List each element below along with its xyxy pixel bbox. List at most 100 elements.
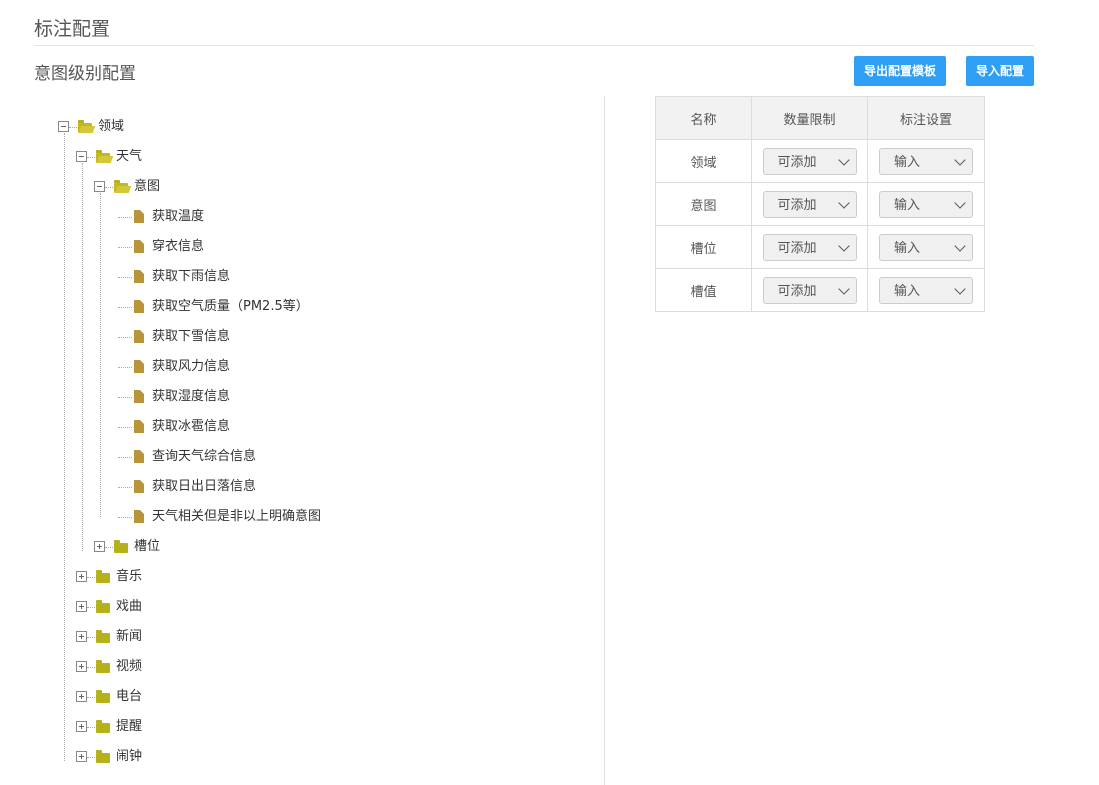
- column-header-setting: 标注设置: [867, 96, 985, 140]
- tree-node-slot[interactable]: 槽位: [94, 537, 294, 557]
- export-template-button[interactable]: 导出配置模板: [854, 56, 946, 86]
- tree-node-domain[interactable]: 电台: [76, 687, 276, 707]
- tree-node-root[interactable]: 领域: [58, 117, 258, 137]
- tree-node-label: 穿衣信息: [152, 239, 205, 254]
- tree-node-label: 领域: [98, 119, 125, 134]
- expand-icon[interactable]: [76, 631, 87, 642]
- setting-select[interactable]: 输入: [879, 233, 973, 261]
- tree-node-domain[interactable]: 新闻: [76, 627, 276, 647]
- category-tree: 领域 天气 意图 获取温度 穿衣信息 获取下雨信息 获取空气质量（PM2.5等）…: [0, 0, 600, 785]
- tree-connector: [118, 367, 132, 368]
- column-header-limit: 数量限制: [751, 96, 868, 140]
- folder-icon: [114, 540, 128, 553]
- tree-node-domain[interactable]: 闹钟: [76, 747, 276, 767]
- table-header-row: 名称 数量限制 标注设置: [655, 96, 985, 140]
- tree-connector: [118, 277, 132, 278]
- setting-cell: 输入: [867, 268, 985, 312]
- tree-connector: [118, 217, 132, 218]
- folder-icon: [96, 600, 110, 613]
- folder-icon: [96, 720, 110, 733]
- collapse-icon[interactable]: [58, 121, 69, 132]
- expand-icon[interactable]: [76, 601, 87, 612]
- tree-connector: [69, 127, 77, 128]
- config-table: 名称 数量限制 标注设置 领域 可添加 输入 意图 可添加 输入 槽位 可添加 …: [655, 96, 985, 312]
- tree-node-label: 获取下雪信息: [152, 329, 231, 344]
- chevron-down-icon: [837, 196, 850, 209]
- tree-leaf-intent[interactable]: 获取湿度信息: [100, 387, 580, 407]
- tree-node-label: 获取湿度信息: [152, 389, 231, 404]
- file-icon: [134, 420, 144, 433]
- table-row: 意图 可添加 输入: [655, 182, 985, 226]
- vertical-divider: [604, 96, 605, 785]
- tree-leaf-intent[interactable]: 穿衣信息: [100, 237, 580, 257]
- folder-icon: [96, 690, 110, 703]
- tree-connector: [87, 667, 95, 668]
- tree-leaf-intent[interactable]: 天气相关但是非以上明确意图: [100, 507, 580, 527]
- tree-connector: [82, 163, 83, 551]
- tree-node-label: 意图: [134, 179, 161, 194]
- tree-node-intent[interactable]: 意图: [94, 177, 294, 197]
- tree-node-domain[interactable]: 提醒: [76, 717, 276, 737]
- folder-icon: [96, 660, 110, 673]
- expand-icon[interactable]: [76, 721, 87, 732]
- tree-leaf-intent[interactable]: 获取风力信息: [100, 357, 580, 377]
- tree-leaf-intent[interactable]: 获取空气质量（PM2.5等）: [100, 297, 580, 317]
- row-name: 领域: [655, 139, 752, 183]
- setting-cell: 输入: [867, 225, 985, 269]
- tree-leaf-intent[interactable]: 获取冰雹信息: [100, 417, 580, 437]
- expand-icon[interactable]: [76, 751, 87, 762]
- tree-node-domain[interactable]: 戏曲: [76, 597, 276, 617]
- file-icon: [134, 390, 144, 403]
- row-name: 槽值: [655, 268, 752, 312]
- folder-icon: [96, 750, 110, 763]
- file-icon: [134, 510, 144, 523]
- expand-icon[interactable]: [76, 691, 87, 702]
- tree-leaf-intent[interactable]: 获取下雨信息: [100, 267, 580, 287]
- file-icon: [134, 480, 144, 493]
- chevron-down-icon: [954, 153, 966, 166]
- tree-leaf-intent[interactable]: 获取日出日落信息: [100, 477, 580, 497]
- tree-node-weather[interactable]: 天气: [76, 147, 276, 167]
- expand-icon[interactable]: [94, 541, 105, 552]
- tree-connector: [118, 337, 132, 338]
- tree-leaf-intent[interactable]: 获取温度: [100, 207, 580, 227]
- tree-connector: [87, 757, 95, 758]
- setting-select[interactable]: 输入: [879, 147, 973, 175]
- select-value: 可添加: [777, 197, 817, 213]
- folder-icon: [96, 630, 110, 643]
- tree-node-label: 天气: [116, 149, 143, 164]
- tree-node-label: 电台: [116, 689, 143, 704]
- file-icon: [134, 210, 144, 223]
- expand-icon[interactable]: [76, 661, 87, 672]
- limit-select[interactable]: 可添加: [762, 147, 857, 175]
- tree-connector: [118, 517, 132, 518]
- setting-select[interactable]: 输入: [879, 276, 973, 304]
- import-config-button[interactable]: 导入配置: [966, 56, 1034, 86]
- collapse-icon[interactable]: [76, 151, 87, 162]
- limit-select[interactable]: 可添加: [762, 233, 857, 261]
- tree-node-domain[interactable]: 视频: [76, 657, 276, 677]
- tree-node-label: 视频: [116, 659, 143, 674]
- tree-node-domain[interactable]: 音乐: [76, 567, 276, 587]
- tree-connector: [118, 247, 132, 248]
- file-icon: [134, 450, 144, 463]
- setting-select[interactable]: 输入: [879, 190, 973, 218]
- limit-cell: 可添加: [751, 225, 868, 269]
- tree-node-label: 天气相关但是非以上明确意图: [152, 509, 322, 524]
- select-value: 可添加: [777, 154, 817, 170]
- limit-select[interactable]: 可添加: [762, 276, 857, 304]
- limit-cell: 可添加: [751, 139, 868, 183]
- file-icon: [134, 330, 144, 343]
- collapse-icon[interactable]: [94, 181, 105, 192]
- file-icon: [134, 360, 144, 373]
- tree-connector: [87, 577, 95, 578]
- chevron-down-icon: [954, 239, 966, 252]
- column-header-name: 名称: [655, 96, 752, 140]
- tree-node-label: 获取日出日落信息: [152, 479, 257, 494]
- table-row: 槽值 可添加 输入: [655, 268, 985, 312]
- tree-leaf-intent[interactable]: 查询天气综合信息: [100, 447, 580, 467]
- expand-icon[interactable]: [76, 571, 87, 582]
- tree-leaf-intent[interactable]: 获取下雪信息: [100, 327, 580, 347]
- limit-select[interactable]: 可添加: [762, 190, 857, 218]
- select-value: 可添加: [777, 240, 817, 256]
